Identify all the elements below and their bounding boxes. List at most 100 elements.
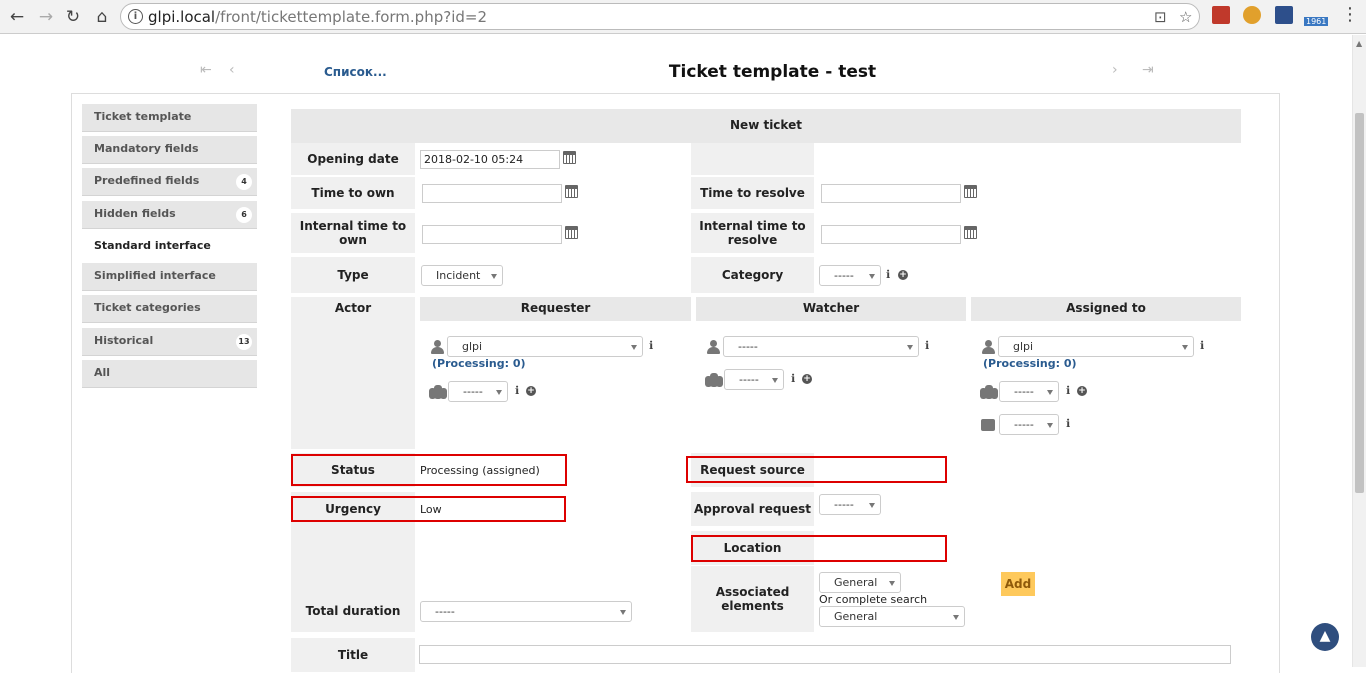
sidebar-item-label: Simplified interface: [94, 269, 216, 282]
empty-label-cell: [291, 526, 415, 562]
sidebar-item-ticket-template[interactable]: Ticket template: [82, 104, 257, 132]
user-icon: [707, 340, 720, 354]
assigned-group-select[interactable]: -----: [999, 381, 1059, 402]
extension-book-icon[interactable]: [1212, 6, 1230, 24]
watcher-header: Watcher: [696, 297, 966, 321]
time-to-resolve-label: Time to resolve: [691, 177, 814, 209]
next-page-icon[interactable]: ›: [1112, 62, 1118, 78]
extension-counter-icon[interactable]: 1961: [1304, 6, 1329, 26]
requester-processing-link[interactable]: (Processing: 0): [432, 357, 526, 370]
group-icon: [429, 385, 447, 399]
add-group-icon[interactable]: +: [526, 386, 536, 396]
info-icon[interactable]: ℹ: [791, 372, 795, 385]
group-icon: [980, 385, 998, 399]
previous-page-icon[interactable]: ‹: [229, 62, 235, 78]
first-page-icon[interactable]: ⇤: [200, 62, 212, 78]
info-icon[interactable]: ℹ: [515, 384, 519, 397]
info-icon[interactable]: i: [128, 9, 143, 24]
sidebar-item-all[interactable]: All: [82, 360, 257, 388]
sidebar-item-label: All: [94, 366, 111, 379]
extension-badge: 1961: [1304, 17, 1329, 26]
calendar-icon[interactable]: [964, 185, 977, 198]
status-value[interactable]: Processing (assigned): [420, 464, 540, 477]
group-icon: [705, 373, 723, 387]
page-content: ⇤ ‹ Список... Ticket template - test › ⇥…: [0, 35, 1352, 673]
approval-request-label: Approval request: [691, 492, 814, 526]
address-bar[interactable]: i glpi.local/front/tickettemplate.form.p…: [120, 3, 1200, 30]
approval-request-select[interactable]: -----: [819, 494, 881, 515]
browser-toolbar: ← → ↻ ⌂ i glpi.local/front/tickettemplat…: [0, 0, 1366, 34]
add-button[interactable]: Add: [1001, 572, 1035, 596]
sidebar-item-standard-interface[interactable]: Standard interface: [82, 233, 257, 261]
watcher-user-select[interactable]: -----: [723, 336, 919, 357]
assigned-supplier-select[interactable]: -----: [999, 414, 1059, 435]
sidebar-item-historical[interactable]: Historical 13: [82, 328, 257, 356]
bookmark-star-icon[interactable]: ☆: [1179, 8, 1192, 26]
last-page-icon[interactable]: ⇥: [1142, 62, 1154, 78]
info-icon[interactable]: ℹ: [1200, 339, 1204, 352]
scroll-to-top-icon[interactable]: ▲: [1311, 623, 1339, 651]
info-icon[interactable]: ℹ: [1066, 417, 1070, 430]
associated-item-select[interactable]: General: [819, 606, 965, 627]
list-link[interactable]: Список...: [324, 65, 387, 79]
page-scrollbar[interactable]: ▲: [1352, 35, 1366, 667]
sidebar-item-simplified-interface[interactable]: Simplified interface: [82, 263, 257, 291]
scroll-up-icon[interactable]: ▲: [1356, 39, 1362, 48]
scroll-thumb[interactable]: [1355, 113, 1364, 493]
sidebar-item-label: Predefined fields: [94, 174, 200, 187]
sidebar-item-label: Ticket categories: [94, 301, 201, 314]
reload-icon[interactable]: ↻: [62, 6, 84, 28]
info-icon[interactable]: ℹ: [1066, 384, 1070, 397]
add-group-icon[interactable]: +: [802, 374, 812, 384]
internal-time-to-resolve-label: Internal time to resolve: [691, 213, 814, 253]
page-title: Ticket template - test: [668, 62, 877, 82]
assigned-user-select[interactable]: glpi: [998, 336, 1194, 357]
title-input[interactable]: [419, 645, 1231, 664]
requester-group-select[interactable]: -----: [448, 381, 508, 402]
time-to-resolve-input[interactable]: [821, 184, 961, 203]
url-text: glpi.local/front/tickettemplate.form.php…: [148, 8, 487, 26]
total-duration-select[interactable]: -----: [420, 601, 632, 622]
back-icon[interactable]: ←: [6, 6, 28, 28]
internal-time-to-own-label: Internal time to own: [291, 213, 415, 253]
calendar-icon[interactable]: [964, 226, 977, 239]
home-icon[interactable]: ⌂: [91, 6, 113, 28]
extension-bowl-icon[interactable]: [1243, 6, 1261, 24]
add-category-icon[interactable]: +: [898, 270, 908, 280]
actor-label: Actor: [291, 297, 415, 449]
associated-type-select[interactable]: General: [819, 572, 901, 593]
sidebar-item-mandatory-fields[interactable]: Mandatory fields: [82, 136, 257, 164]
category-select[interactable]: -----: [819, 265, 881, 286]
internal-time-to-own-input[interactable]: [422, 225, 562, 244]
calendar-icon[interactable]: [563, 151, 576, 164]
empty-label-cell: [691, 143, 814, 175]
sidebar-item-predefined-fields[interactable]: Predefined fields 4: [82, 168, 257, 196]
assigned-processing-link[interactable]: (Processing: 0): [983, 357, 1077, 370]
forward-icon[interactable]: →: [35, 6, 57, 28]
info-icon[interactable]: ℹ: [925, 339, 929, 352]
time-to-own-label: Time to own: [291, 177, 415, 209]
associated-elements-label: Associated elements: [691, 566, 814, 632]
time-to-own-input[interactable]: [422, 184, 562, 203]
sidebar-item-ticket-categories[interactable]: Ticket categories: [82, 295, 257, 323]
sidebar-item-label: Hidden fields: [94, 207, 176, 220]
type-select[interactable]: Incident: [421, 265, 503, 286]
info-icon[interactable]: ℹ: [886, 268, 890, 281]
calendar-icon[interactable]: [565, 226, 578, 239]
add-group-icon[interactable]: +: [1077, 386, 1087, 396]
urgency-value[interactable]: Low: [420, 503, 442, 516]
user-icon: [982, 340, 995, 354]
extension-download-icon[interactable]: [1275, 6, 1293, 24]
requester-user-select[interactable]: glpi: [447, 336, 643, 357]
translate-icon[interactable]: ⊡: [1154, 8, 1167, 26]
location-label: Location: [691, 531, 814, 565]
supplier-briefcase-icon: [981, 419, 995, 431]
browser-menu-icon[interactable]: ⋮: [1341, 4, 1359, 25]
sidebar-item-hidden-fields[interactable]: Hidden fields 6: [82, 201, 257, 229]
calendar-icon[interactable]: [565, 185, 578, 198]
watcher-group-select[interactable]: -----: [724, 369, 784, 390]
internal-time-to-resolve-input[interactable]: [821, 225, 961, 244]
opening-date-input[interactable]: 2018-02-10 05:24: [420, 150, 560, 169]
count-badge: 13: [236, 334, 252, 350]
info-icon[interactable]: ℹ: [649, 339, 653, 352]
